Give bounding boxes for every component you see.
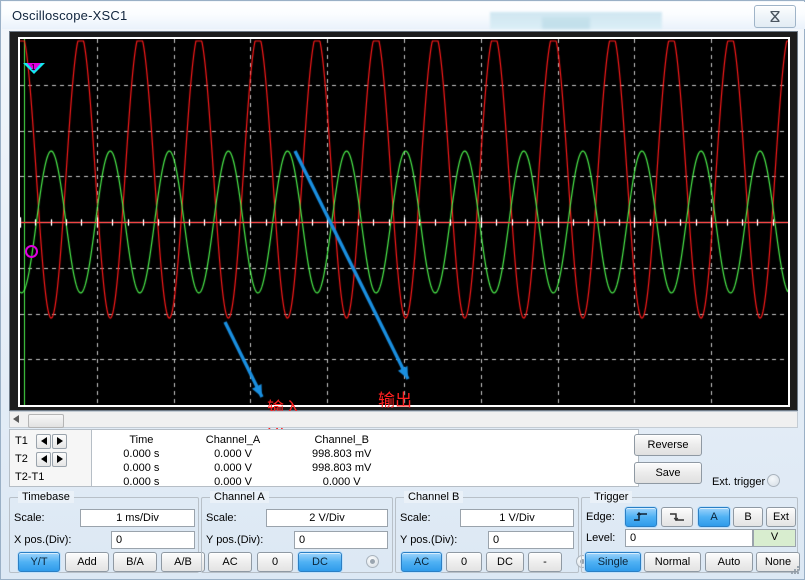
channel-b-scale-input[interactable]: 1 V/Div <box>460 509 574 527</box>
cursor-t2-right-button[interactable] <box>52 452 67 467</box>
rising-edge-icon <box>633 511 649 523</box>
timebase-scale-label: Scale: <box>14 512 45 524</box>
trigger-source-b-button[interactable]: B <box>733 507 763 527</box>
cursor-t1-label: T1 <box>15 435 35 447</box>
cursor-marker-1-label: 1 <box>31 63 35 72</box>
title-bar: Oscilloscope-XSC1 <box>2 2 805 29</box>
timebase-group: Timebase Scale: 1 ms/Div X pos.(Div): 0 … <box>9 497 199 573</box>
delta-time: 0.000 s <box>100 475 183 489</box>
timebase-scale-input[interactable]: 1 ms/Div <box>80 509 195 527</box>
cursor-row-t1: T1 <box>15 433 67 449</box>
header-channel-a: Channel_A <box>183 433 284 447</box>
t2-channel-b: 998.803 mV <box>283 461 400 475</box>
trigger-source-a-button[interactable]: A <box>698 507 730 527</box>
cursor-t1-left-button[interactable] <box>36 434 51 449</box>
channel-a-ypos-label: Y pos.(Div): <box>206 534 263 546</box>
channel-b-ypos-input[interactable]: 0 <box>488 531 574 549</box>
channel-a-scale-label: Scale: <box>206 512 237 524</box>
table-row: 0.000 s 0.000 V 998.803 mV <box>100 447 400 461</box>
trigger-legend: Trigger <box>590 491 632 503</box>
cursor-t2-left-button[interactable] <box>36 452 51 467</box>
cursor-t1-right-button[interactable] <box>52 434 67 449</box>
t2-channel-a: 0.000 V <box>183 461 284 475</box>
channel-a-terminal[interactable] <box>366 555 379 568</box>
table-row: 0.000 s 0.000 V 998.803 mV <box>100 461 400 475</box>
scope-screen-frame: 1 输入 Ui 输出 Uo2 <box>9 31 798 411</box>
trigger-edge-falling-button[interactable] <box>661 507 693 527</box>
ext-trigger-label: Ext. trigger <box>712 476 765 488</box>
cursor-t2-label: T2 <box>15 453 35 465</box>
channel-b-scale-label: Scale: <box>400 512 431 524</box>
header-channel-b: Channel_B <box>283 433 400 447</box>
timebase-mode-yt-button[interactable]: Y/T <box>18 552 60 572</box>
timebase-mode-ba-button[interactable]: B/A <box>113 552 157 572</box>
timebase-mode-ab-button[interactable]: A/B <box>161 552 205 572</box>
trigger-edge-label: Edge: <box>586 511 615 523</box>
channel-a-coupling-dc-button[interactable]: DC <box>298 552 342 572</box>
header-time: Time <box>100 433 183 447</box>
table-row: 0.000 s 0.000 V 0.000 V <box>100 475 400 489</box>
delta-channel-b: 0.000 V <box>283 475 400 489</box>
channel-b-coupling-gnd-button[interactable]: 0 <box>446 552 482 572</box>
timebase-xpos-input[interactable]: 0 <box>111 531 195 549</box>
channel-a-legend: Channel A <box>210 491 269 503</box>
oscilloscope-window: Oscilloscope-XSC1 1 输入 Ui 输出 Uo2 <box>0 0 805 580</box>
cursor-row-delta: T2-T1 <box>15 469 44 485</box>
ext-trigger-terminal[interactable] <box>767 474 780 487</box>
trigger-group: Trigger Edge: A B Ext Level: 0 V Single … <box>581 497 798 573</box>
trigger-edge-rising-button[interactable] <box>625 507 657 527</box>
resize-grip[interactable] <box>790 566 800 576</box>
right-arrow-icon <box>57 437 63 445</box>
cursor-delta-label: T2-T1 <box>15 471 44 483</box>
channel-b-legend: Channel B <box>404 491 463 503</box>
channel-b-coupling-ac-button[interactable]: AC <box>401 552 442 572</box>
channel-b-invert-button[interactable]: - <box>528 552 562 572</box>
scope-display[interactable] <box>18 37 790 407</box>
cursor-row-t2: T2 <box>15 451 67 467</box>
trigger-mode-single-button[interactable]: Single <box>585 552 641 572</box>
channel-a-group: Channel A Scale: 2 V/Div Y pos.(Div): 0 … <box>201 497 393 573</box>
t1-channel-a: 0.000 V <box>183 447 284 461</box>
trigger-level-input[interactable]: 0 <box>625 529 753 547</box>
measurement-panel: T1 T2 T2-T1 Time Channel_A Channel_B 0.0… <box>9 429 639 487</box>
channel-a-coupling-ac-button[interactable]: AC <box>208 552 252 572</box>
channel-b-coupling-dc-button[interactable]: DC <box>486 552 524 572</box>
scrollbar-thumb[interactable] <box>28 414 64 428</box>
close-button[interactable] <box>754 5 796 28</box>
channel-b-group: Channel B Scale: 1 V/Div Y pos.(Div): 0 … <box>395 497 579 573</box>
scope-waveforms <box>20 39 788 405</box>
right-arrow-icon <box>57 455 63 463</box>
trigger-level-label: Level: <box>586 532 615 544</box>
table-header-row: Time Channel_A Channel_B <box>100 433 400 447</box>
cursor-controls: T1 T2 T2-T1 <box>10 430 92 486</box>
trigger-mode-normal-button[interactable]: Normal <box>644 552 701 572</box>
scroll-left-arrow-icon[interactable] <box>13 415 19 423</box>
reverse-button[interactable]: Reverse <box>634 434 702 456</box>
falling-edge-icon <box>669 511 685 523</box>
output-annotation-line1: 输出 <box>378 392 412 411</box>
channel-a-scale-input[interactable]: 2 V/Div <box>266 509 388 527</box>
cursor-marker-2[interactable] <box>25 245 38 258</box>
save-button[interactable]: Save <box>634 462 702 484</box>
delta-channel-a: 0.000 V <box>183 475 284 489</box>
t1-time: 0.000 s <box>100 447 183 461</box>
channel-a-ypos-input[interactable]: 0 <box>294 531 388 549</box>
channel-a-coupling-gnd-button[interactable]: 0 <box>257 552 293 572</box>
left-arrow-icon <box>41 437 47 445</box>
channel-b-ypos-label: Y pos.(Div): <box>400 534 457 546</box>
window-title: Oscilloscope-XSC1 <box>12 8 127 23</box>
left-arrow-icon <box>41 455 47 463</box>
trigger-source-ext-button[interactable]: Ext <box>766 507 796 527</box>
timebase-mode-add-button[interactable]: Add <box>65 552 109 572</box>
close-icon <box>768 10 782 23</box>
trigger-mode-auto-button[interactable]: Auto <box>705 552 753 572</box>
measurement-table: Time Channel_A Channel_B 0.000 s 0.000 V… <box>100 433 400 489</box>
timebase-scrollbar[interactable] <box>9 411 798 428</box>
trigger-level-unit[interactable]: V <box>753 529 796 547</box>
timebase-legend: Timebase <box>18 491 74 503</box>
titlebar-artifact <box>490 12 662 29</box>
t2-time: 0.000 s <box>100 461 183 475</box>
t1-channel-b: 998.803 mV <box>283 447 400 461</box>
timebase-xpos-label: X pos.(Div): <box>14 534 71 546</box>
